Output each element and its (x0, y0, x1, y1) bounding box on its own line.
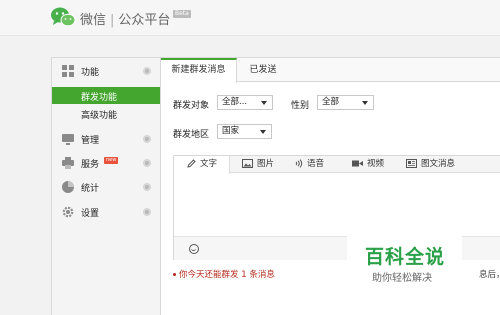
sidebar-item-label: 功能 (81, 68, 100, 78)
new-badge: new (104, 157, 119, 164)
gender-select-value: 全部 (322, 97, 340, 107)
brand-platform: 公众平台 (118, 13, 171, 28)
audio-icon (295, 159, 303, 168)
gear-icon (62, 206, 74, 218)
collapse-toggle-icon[interactable] (143, 135, 151, 143)
gender-label: 性别 (291, 101, 310, 111)
sidebar-item-label: 服务 (81, 160, 100, 170)
brand-separator: | (110, 13, 115, 28)
editor-tab-label: 文字 (200, 159, 218, 169)
watermark-title: 百科全说 (365, 246, 446, 268)
platform-title: 微信 | 公众平台 (80, 9, 170, 28)
collapse-toggle-icon[interactable] (143, 67, 151, 75)
article-icon (406, 159, 417, 168)
pie-chart-icon (62, 181, 74, 193)
sidebar-subitem-mass-send[interactable]: 群发功能 (52, 87, 160, 104)
collapse-toggle-icon[interactable] (143, 208, 151, 216)
video-icon (352, 160, 363, 167)
tab-bar: 新建群发消息 已发送 (161, 58, 500, 83)
editor-tab-label: 语音 (307, 159, 325, 169)
printer-icon (62, 157, 74, 169)
editor-tab-label: 图片 (257, 159, 275, 169)
smiley-icon[interactable] (189, 244, 199, 254)
quota-notice: 你今天还能群发 1 条消息 (173, 268, 275, 280)
notice-right-text: 息后， (479, 270, 500, 280)
bullet-icon (173, 273, 176, 276)
editor-tab-article[interactable]: 图文消息 (406, 156, 455, 173)
sidebar-item-features[interactable]: 功能 (52, 60, 160, 82)
watermark-subtitle: 助你轻松解决 (372, 273, 432, 284)
quota-notice-text: 你今天还能群发 1 条消息 (179, 270, 275, 280)
image-icon (242, 159, 253, 168)
target-select[interactable]: 全部... (217, 95, 273, 110)
sidebar-item-stats[interactable]: 统计 (52, 176, 160, 198)
region-label: 群发地区 (173, 130, 210, 140)
sidebar-item-label: 设置 (81, 209, 100, 219)
gender-select[interactable]: 全部 (317, 95, 374, 110)
chevron-down-icon (260, 130, 266, 134)
grid-icon (62, 65, 74, 77)
sidebar-item-settings[interactable]: 设置 (52, 201, 160, 223)
wechat-logo-icon[interactable] (50, 6, 76, 28)
beta-badge: Beta (173, 10, 191, 18)
editor-type-toolbar: 文字 图片 语音 视频 图文消息 (174, 156, 500, 174)
pencil-icon (187, 159, 196, 168)
sidebar-item-label: 管理 (81, 136, 100, 146)
chevron-down-icon (261, 101, 267, 105)
editor-tab-voice[interactable]: 语音 (294, 156, 324, 173)
editor-tab-label: 图文消息 (421, 159, 456, 169)
sidebar-subitem-label: 高级功能 (81, 111, 118, 121)
monitor-icon (62, 134, 74, 145)
region-select[interactable]: 国家 (217, 124, 272, 139)
tab-new-mass-message[interactable]: 新建群发消息 (161, 58, 237, 83)
target-label: 群发对象 (173, 101, 210, 111)
collapse-toggle-icon[interactable] (143, 183, 151, 191)
brand-wechat: 微信 (80, 13, 107, 28)
editor-tab-label: 视频 (367, 159, 385, 169)
top-header: 微信 | 公众平台 Beta (0, 0, 500, 36)
region-select-value: 国家 (222, 126, 240, 136)
tab-sent[interactable]: 已发送 (237, 58, 289, 82)
sidebar-item-service[interactable]: 服务 new (52, 152, 160, 174)
sidebar-item-label: 统计 (81, 184, 100, 194)
editor-tab-video[interactable]: 视频 (352, 156, 384, 173)
sidebar-subitem-label: 群发功能 (81, 93, 118, 103)
editor-tab-image[interactable]: 图片 (242, 156, 274, 173)
sidebar-subitem-advanced[interactable]: 高级功能 (52, 105, 160, 122)
target-select-value: 全部... (222, 97, 248, 107)
chevron-down-icon (362, 101, 368, 105)
editor-tab-text[interactable]: 文字 (174, 156, 230, 174)
collapse-toggle-icon[interactable] (143, 159, 151, 167)
watermark: 百科全说 助你轻松解决 (347, 236, 462, 292)
message-textarea[interactable] (174, 174, 500, 236)
sidebar-item-manage[interactable]: 管理 (52, 128, 160, 150)
sidebar: 功能 群发功能 高级功能 管理 服务 new 统计 设置 (51, 57, 161, 315)
